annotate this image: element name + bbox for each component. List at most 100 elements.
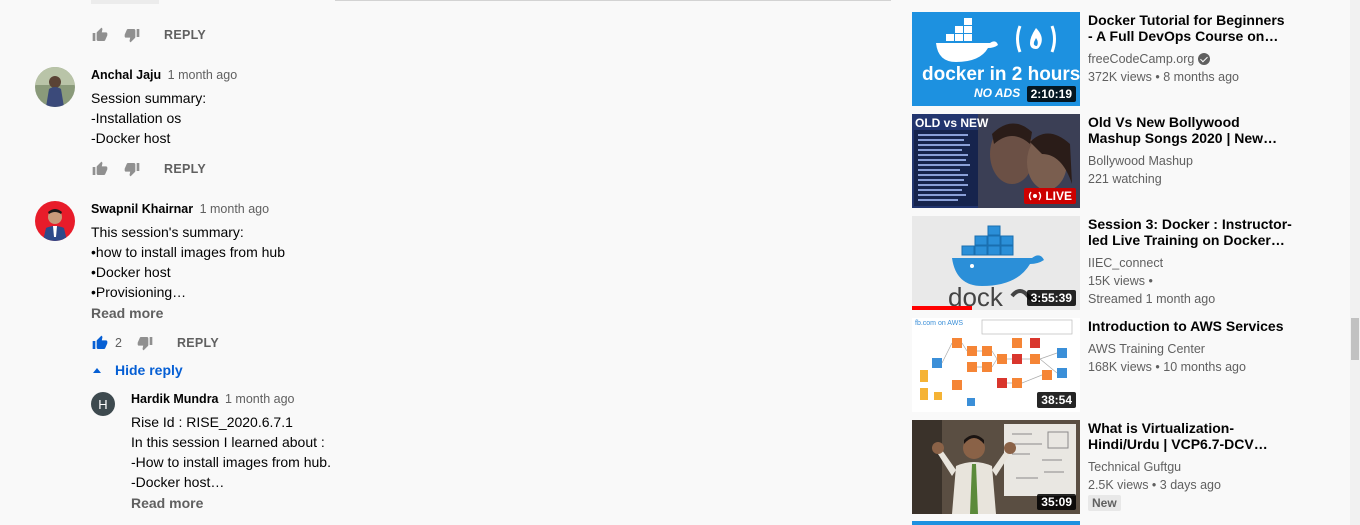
hide-reply-toggle[interactable]: Hide reply	[91, 362, 183, 378]
avatar[interactable]: H	[91, 392, 115, 416]
video-card[interactable]: dock 3:55:39 Session 3: Docker : Instruc…	[912, 216, 1342, 310]
video-channel-row: Technical Guftgu	[1088, 458, 1293, 476]
video-channel-row: AWS Training Center	[1088, 340, 1293, 358]
comment-text: Session summary: -Installation os -Docke…	[91, 88, 206, 148]
live-label: LIVE	[1045, 189, 1072, 203]
related-videos: docker in 2 hours NO ADS 2:10:19 Docker …	[912, 0, 1342, 525]
comment-header: Anchal Jaju 1 month ago	[91, 68, 237, 82]
watch-progress	[912, 306, 972, 310]
thumb-down-icon[interactable]	[123, 160, 141, 178]
caret-up-icon	[93, 367, 101, 373]
video-channel[interactable]: Technical Guftgu	[1088, 458, 1181, 476]
video-duration: 38:54	[1037, 392, 1076, 408]
video-meta: 168K views • 10 months ago	[1088, 360, 1246, 374]
video-thumbnail[interactable]: docker in 2 hours NO ADS 2:10:19	[912, 12, 1080, 106]
reply-time[interactable]: 1 month ago	[225, 392, 295, 406]
reply-text: Rise Id : RISE_2020.6.7.1 In this sessio…	[131, 412, 331, 492]
video-channel-row: IIEC_connect	[1088, 254, 1293, 272]
read-more-button[interactable]: Read more	[131, 495, 203, 511]
thumb-up-icon[interactable]	[91, 26, 109, 44]
video-thumbnail[interactable]: 35:09	[912, 420, 1080, 514]
comment-line: Session summary:	[91, 90, 207, 106]
comment-line: -Docker host	[91, 130, 171, 146]
video-channel[interactable]: freeCodeCamp.org	[1088, 50, 1194, 68]
thumbnail-subtext: NO ADS	[974, 86, 1021, 100]
video-info[interactable]: What is Virtualization- Hindi/Urdu | VCP…	[1088, 420, 1293, 512]
video-card[interactable]: OLD vs NEW LIVE Old Vs New Bollywood Mas…	[912, 114, 1342, 208]
verified-icon	[1198, 53, 1211, 65]
video-meta-secondary: Streamed 1 month ago	[1088, 292, 1216, 306]
video-duration: 3:55:39	[1026, 290, 1076, 306]
comment-line: -Installation os	[91, 110, 182, 126]
video-channel[interactable]: IIEC_connect	[1088, 254, 1163, 272]
video-thumbnail-partial[interactable]	[912, 521, 1080, 525]
comment-actions: 2 REPLY	[91, 333, 219, 353]
comment-actions: REPLY	[91, 159, 206, 179]
video-thumbnail[interactable]: fb.com on AWS 38:54	[912, 318, 1080, 412]
video-meta: 221 watching	[1088, 172, 1162, 186]
reply-button[interactable]: REPLY	[177, 336, 219, 350]
scrollbar-thumb[interactable]	[1351, 318, 1359, 360]
video-meta: 2.5K views • 3 days ago	[1088, 478, 1221, 492]
reply-line: -Docker host…	[131, 474, 225, 490]
avatar[interactable]	[35, 67, 75, 107]
comment-time[interactable]: 1 month ago	[200, 202, 270, 216]
like-count: 2	[115, 336, 122, 350]
thumbnail-title-text: docker in 2 hours	[922, 64, 1080, 85]
thumb-down-icon[interactable]	[123, 26, 141, 44]
video-title[interactable]: What is Virtualization- Hindi/Urdu | VCP…	[1088, 420, 1293, 452]
video-channel-row: freeCodeCamp.org	[1088, 50, 1293, 68]
read-more-button[interactable]: Read more	[91, 305, 163, 321]
video-card[interactable]: docker in 2 hours NO ADS 2:10:19 Docker …	[912, 12, 1342, 106]
video-info[interactable]: Old Vs New Bollywood Mashup Songs 2020 |…	[1088, 114, 1293, 188]
reply-header: Hardik Mundra 1 month ago	[131, 392, 295, 406]
video-info[interactable]: Session 3: Docker : Instructor-led Live …	[1088, 216, 1293, 308]
video-channel[interactable]: AWS Training Center	[1088, 340, 1205, 358]
reply-line: In this session I learned about :	[131, 434, 325, 450]
video-title[interactable]: Introduction to AWS Services	[1088, 318, 1293, 334]
video-thumbnail[interactable]: OLD vs NEW LIVE	[912, 114, 1080, 208]
comment-line: •Provisioning…	[91, 284, 187, 300]
video-info[interactable]: Docker Tutorial for Beginners - A Full D…	[1088, 12, 1293, 86]
scrollbar[interactable]	[1350, 0, 1360, 525]
video-channel[interactable]: Bollywood Mashup	[1088, 152, 1193, 170]
video-channel-row: Bollywood Mashup	[1088, 152, 1293, 170]
video-duration: 2:10:19	[1026, 86, 1076, 102]
hide-reply-label: Hide reply	[115, 362, 183, 378]
reply-button[interactable]: REPLY	[164, 162, 206, 176]
comment-author[interactable]: Swapnil Khairnar	[91, 202, 193, 216]
video-info[interactable]: Introduction to AWS Services AWS Trainin…	[1088, 318, 1293, 376]
comment-line: •Docker host	[91, 264, 171, 280]
thumbnail-title-text: fb.com on AWS	[915, 320, 963, 327]
avatar-letter: H	[98, 396, 108, 412]
comment-actions: REPLY	[91, 25, 206, 45]
comment-author[interactable]: Anchal Jaju	[91, 68, 161, 82]
video-meta: 15K views •	[1088, 274, 1153, 288]
comment-text: This session's summary: •how to install …	[91, 222, 285, 302]
comment-time[interactable]: 1 month ago	[168, 68, 238, 82]
video-meta: 372K views • 8 months ago	[1088, 70, 1239, 84]
video-title[interactable]: Session 3: Docker : Instructor-led Live …	[1088, 216, 1293, 248]
thumbnail-title-text: OLD vs NEW	[915, 116, 989, 130]
reply-button[interactable]: REPLY	[164, 28, 206, 42]
new-badge: New	[1088, 495, 1121, 511]
thumb-down-icon[interactable]	[136, 334, 154, 352]
reply-line: Rise Id : RISE_2020.6.7.1	[131, 414, 293, 430]
avatar[interactable]	[35, 201, 75, 241]
thumb-up-icon[interactable]	[91, 334, 109, 352]
video-title[interactable]: Docker Tutorial for Beginners - A Full D…	[1088, 12, 1293, 44]
comment-line: This session's summary:	[91, 224, 244, 240]
comment-line: •how to install images from hub	[91, 244, 285, 260]
video-title[interactable]: Old Vs New Bollywood Mashup Songs 2020 |…	[1088, 114, 1293, 146]
reply-line: -How to install images from hub.	[131, 454, 331, 470]
live-badge: LIVE	[1024, 188, 1076, 204]
comments-section: REPLY Anchal Jaju 1 month ago Session su…	[0, 0, 900, 525]
live-icon	[1029, 191, 1042, 201]
video-duration: 35:09	[1037, 494, 1076, 510]
video-card[interactable]: 35:09 What is Virtualization- Hindi/Urdu…	[912, 420, 1342, 514]
reply-author[interactable]: Hardik Mundra	[131, 392, 219, 406]
video-card[interactable]: fb.com on AWS 38:54 Introduction to AWS …	[912, 318, 1342, 412]
video-thumbnail[interactable]: dock 3:55:39	[912, 216, 1080, 310]
thumb-up-icon[interactable]	[91, 160, 109, 178]
comment-header: Swapnil Khairnar 1 month ago	[91, 202, 269, 216]
